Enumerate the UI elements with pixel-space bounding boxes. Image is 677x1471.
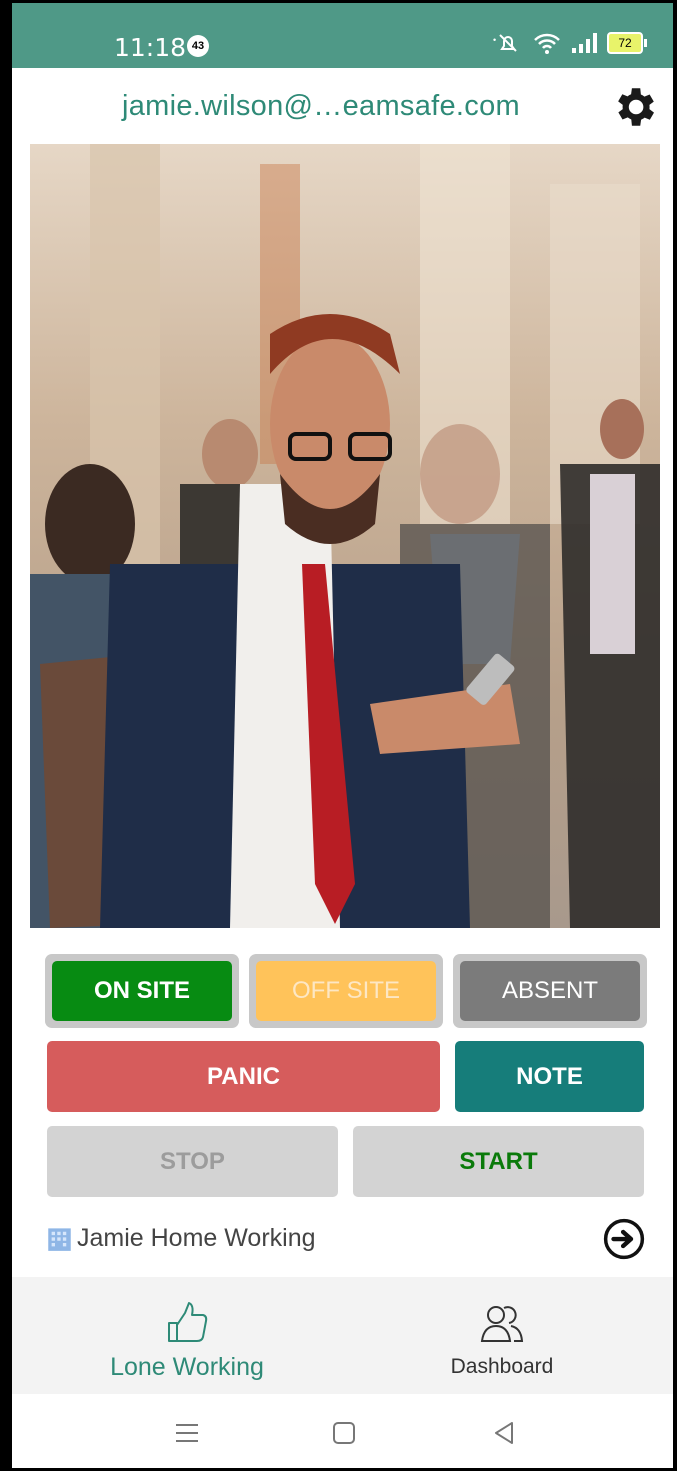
app-header: jamie.wilson@…eamsafe.com bbox=[12, 68, 673, 146]
tab-label-lone-working: Lone Working bbox=[110, 1353, 264, 1381]
status-bar: 11:18 43 • 72 bbox=[12, 3, 673, 68]
panic-button[interactable]: PANIC bbox=[47, 1041, 440, 1112]
tab-dashboard[interactable]: Dashboard bbox=[357, 1277, 647, 1394]
stop-button[interactable]: STOP bbox=[47, 1126, 338, 1197]
hero-photo bbox=[30, 144, 660, 928]
menu-icon[interactable] bbox=[174, 1422, 200, 1444]
system-nav-bar bbox=[12, 1394, 673, 1468]
users-icon bbox=[480, 1306, 524, 1342]
notification-badge: 43 bbox=[187, 35, 209, 57]
svg-text:•: • bbox=[493, 35, 496, 45]
on-site-button[interactable]: ON SITE bbox=[52, 961, 232, 1021]
location-row[interactable]: Jamie Home Working bbox=[46, 1224, 316, 1253]
clock: 11:18 bbox=[114, 33, 187, 62]
battery-icon: 72 bbox=[607, 32, 647, 54]
note-button[interactable]: NOTE bbox=[455, 1041, 644, 1112]
building-icon bbox=[48, 1228, 71, 1251]
start-button[interactable]: START bbox=[353, 1126, 644, 1197]
location-name: Jamie Home Working bbox=[77, 1224, 316, 1252]
arrow-right-circle-icon[interactable] bbox=[603, 1218, 645, 1260]
user-email: jamie.wilson@…eamsafe.com bbox=[122, 90, 520, 122]
absent-button[interactable]: ABSENT bbox=[460, 961, 640, 1021]
thumbs-up-icon bbox=[168, 1302, 208, 1342]
back-icon[interactable] bbox=[492, 1421, 516, 1445]
bottom-tab-bar: Lone Working Dashboard bbox=[12, 1277, 673, 1394]
app-screen: 11:18 43 • 72 jamie.wilson@…eamsafe.com … bbox=[0, 0, 677, 1471]
signal-icon bbox=[572, 33, 597, 53]
off-site-button[interactable]: OFF SITE bbox=[256, 961, 436, 1021]
tab-label-dashboard: Dashboard bbox=[450, 1355, 554, 1378]
tab-lone-working[interactable]: Lone Working bbox=[42, 1277, 332, 1394]
home-icon[interactable] bbox=[332, 1421, 356, 1445]
wifi-icon bbox=[534, 33, 560, 54]
settings-gear-icon[interactable] bbox=[609, 82, 659, 132]
controls-panel: ON SITE OFF SITE ABSENT PANIC NOTE STOP … bbox=[30, 938, 660, 1272]
mute-icon: • bbox=[493, 34, 517, 52]
businessman-photo bbox=[30, 144, 660, 928]
